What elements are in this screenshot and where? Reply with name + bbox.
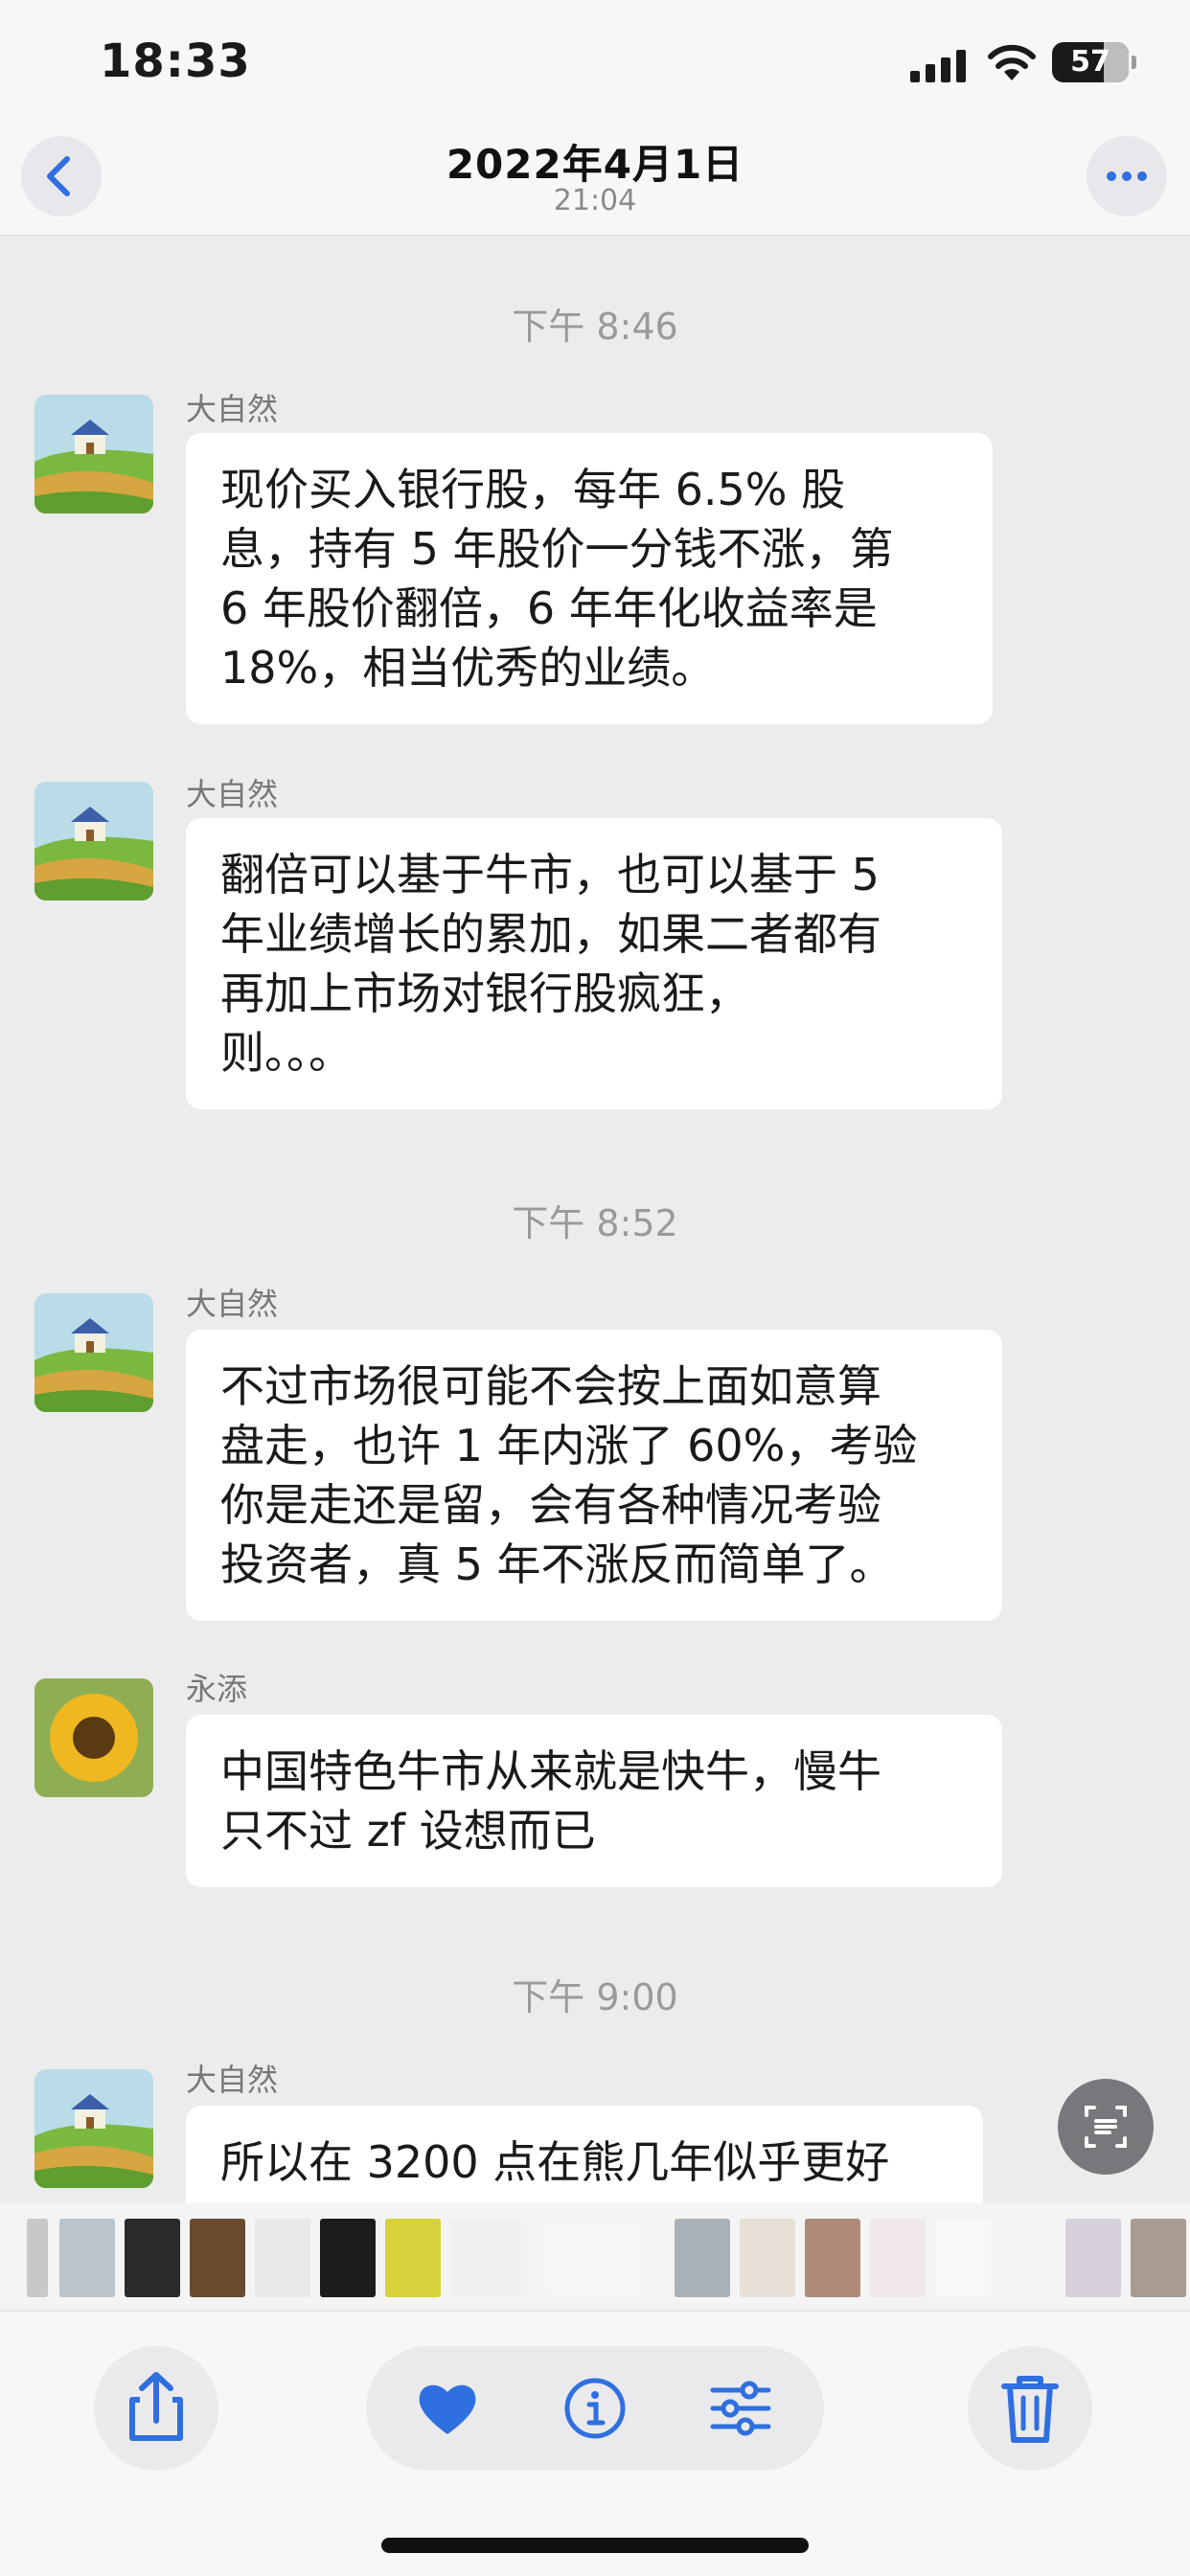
battery-level: 57: [1070, 45, 1110, 79]
avatar: [34, 2069, 153, 2188]
message-line: 投资者，真 5 年不涨反而简单了。: [220, 1539, 894, 1590]
sender-name: 永添: [186, 1671, 248, 1707]
message-line: 只不过 zf 设想而已: [220, 1805, 596, 1857]
photo-thumbnail[interactable]: [740, 2219, 795, 2297]
status-time: 18:33: [100, 34, 251, 88]
bottom-toolbar: [0, 2311, 1190, 2576]
message-line: 再加上市场对银行股疯狂，: [220, 968, 749, 1019]
home-indicator: [381, 2538, 809, 2553]
landscape-avatar-icon: [34, 782, 153, 900]
message-line: 6 年股价翻倍，6 年年化收益率是: [220, 582, 878, 634]
chat-timestamp: 下午 8:46: [512, 306, 678, 348]
heart-icon[interactable]: [414, 2375, 481, 2442]
message-line: 盘走，也许 1 年内涨了 60%，考验: [220, 1420, 918, 1471]
message-line: 所以在 3200 点在熊几年似乎更好: [220, 2136, 890, 2188]
sliders-icon[interactable]: [707, 2375, 774, 2442]
info-icon[interactable]: [561, 2375, 629, 2442]
message-line: 18%，相当优秀的业绩。: [220, 642, 716, 694]
more-button[interactable]: [1087, 136, 1167, 217]
photo-thumbnail[interactable]: [125, 2219, 180, 2297]
avatar: [34, 1293, 153, 1412]
message-line: 年业绩增长的累加，如果二者都有: [220, 908, 881, 960]
photo-thumbnail[interactable]: [805, 2219, 860, 2297]
photo-date-title: 2022年4月1日: [446, 141, 744, 188]
photo-thumbnail-strip[interactable]: [0, 2203, 1190, 2309]
photo-actions-group: [366, 2346, 824, 2471]
delete-button[interactable]: [968, 2346, 1092, 2471]
cellular-signal-icon: [910, 50, 966, 82]
share-icon: [129, 2372, 183, 2441]
sender-name: 大自然: [186, 2062, 279, 2098]
message-line: 不过市场很可能不会按上面如意算: [220, 1360, 881, 1412]
photo-thumbnail[interactable]: [1131, 2219, 1186, 2297]
photo-thumbnail[interactable]: [59, 2219, 115, 2297]
photo-thumbnail[interactable]: [1065, 2219, 1121, 2297]
share-button[interactable]: [94, 2346, 218, 2471]
live-text-button[interactable]: [1058, 2079, 1154, 2175]
chat-timestamp: 下午 9:00: [512, 1976, 678, 2018]
photo-thumbnail[interactable]: [385, 2219, 441, 2297]
photo-thumbnail[interactable]: [546, 2219, 642, 2297]
sender-name: 大自然: [186, 1286, 279, 1322]
photo-header: 2022年4月1日 21:04: [0, 125, 1190, 236]
sunflower-avatar-icon: [34, 1678, 153, 1797]
photo-time-subtitle: 21:04: [553, 184, 637, 217]
message-bubble: 翻倍可以基于牛市，也可以基于 5 年业绩增长的累加，如果二者都有 再加上市场对银…: [186, 818, 1002, 1109]
ellipsis-icon: [1107, 171, 1147, 181]
landscape-avatar-icon: [34, 1293, 153, 1412]
photo-thumbnail[interactable]: [255, 2219, 310, 2297]
message-line: 则。。。: [220, 1027, 353, 1079]
sender-name: 大自然: [186, 776, 279, 812]
message-bubble: 不过市场很可能不会按上面如意算 盘走，也许 1 年内涨了 60%，考验 你是走还…: [186, 1330, 1002, 1621]
battery-indicator: 57: [1052, 42, 1136, 82]
photo-thumbnail[interactable]: [320, 2219, 376, 2297]
message-bubble: 现价买入银行股，每年 6.5% 股 息，持有 5 年股价一分钱不涨，第 6 年股…: [186, 433, 993, 724]
photo-thumbnail[interactable]: [935, 2219, 991, 2297]
message-line: 息，持有 5 年股价一分钱不涨，第: [220, 523, 894, 575]
photo-thumbnail[interactable]: [450, 2219, 521, 2297]
text-scan-icon: [1085, 2106, 1127, 2148]
sender-name: 大自然: [186, 391, 279, 427]
photo-thumbnail[interactable]: [675, 2219, 730, 2297]
photo-thumbnail[interactable]: [870, 2219, 926, 2297]
message-line: 翻倍可以基于牛市，也可以基于 5: [220, 849, 880, 900]
avatar: [34, 1678, 153, 1797]
photo-thumbnail[interactable]: [190, 2219, 245, 2297]
avatar: [34, 782, 153, 900]
landscape-avatar-icon: [34, 395, 153, 513]
wifi-icon: [988, 44, 1036, 80]
message-line: 中国特色牛市从来就是快牛，慢牛: [220, 1745, 881, 1797]
photo-thumbnail[interactable]: [1000, 2219, 1056, 2297]
status-bar: 18:33 57: [0, 0, 1190, 125]
message-line: 你是走还是留，会有各种情况考验: [220, 1479, 881, 1531]
message-line: 现价买入银行股，每年 6.5% 股: [220, 464, 846, 515]
avatar: [34, 395, 153, 513]
message-bubble: 中国特色牛市从来就是快牛，慢牛 只不过 zf 设想而已: [186, 1715, 1002, 1887]
chat-timestamp: 下午 8:52: [512, 1202, 678, 1244]
chat-screenshot: 下午 8:46 大自然 现价买入银行股，每年 6.5% 股 息，持有 5 年股价…: [0, 236, 1190, 2299]
trash-icon: [1001, 2376, 1059, 2443]
landscape-avatar-icon: [34, 2069, 153, 2188]
photo-thumbnail[interactable]: [27, 2219, 48, 2297]
